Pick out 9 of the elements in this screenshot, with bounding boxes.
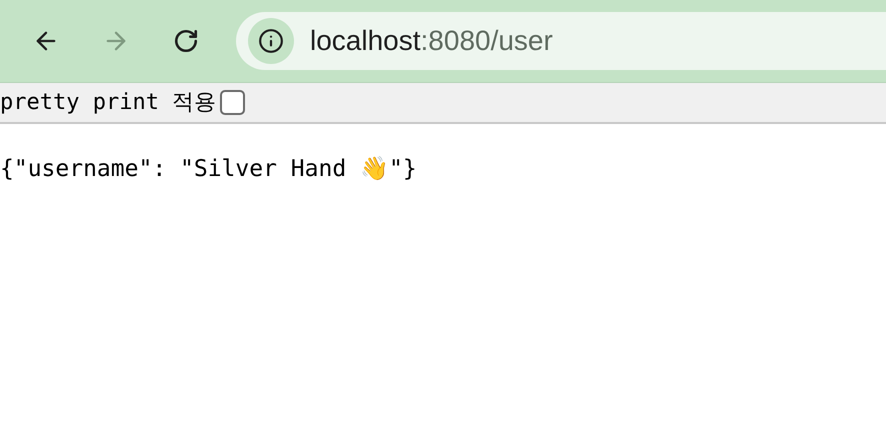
url-host: localhost [310,24,421,58]
pretty-print-checkbox[interactable] [220,90,246,115]
info-icon [258,28,284,54]
site-info-button[interactable] [248,18,294,64]
pretty-print-label: pretty print 적용 [0,89,216,117]
url-path: :8080/user [420,24,553,58]
address-bar[interactable]: localhost:8080/user [236,12,886,70]
reload-icon [173,28,199,54]
json-text: {"username": "Silver Hand 👋"} [0,155,418,184]
